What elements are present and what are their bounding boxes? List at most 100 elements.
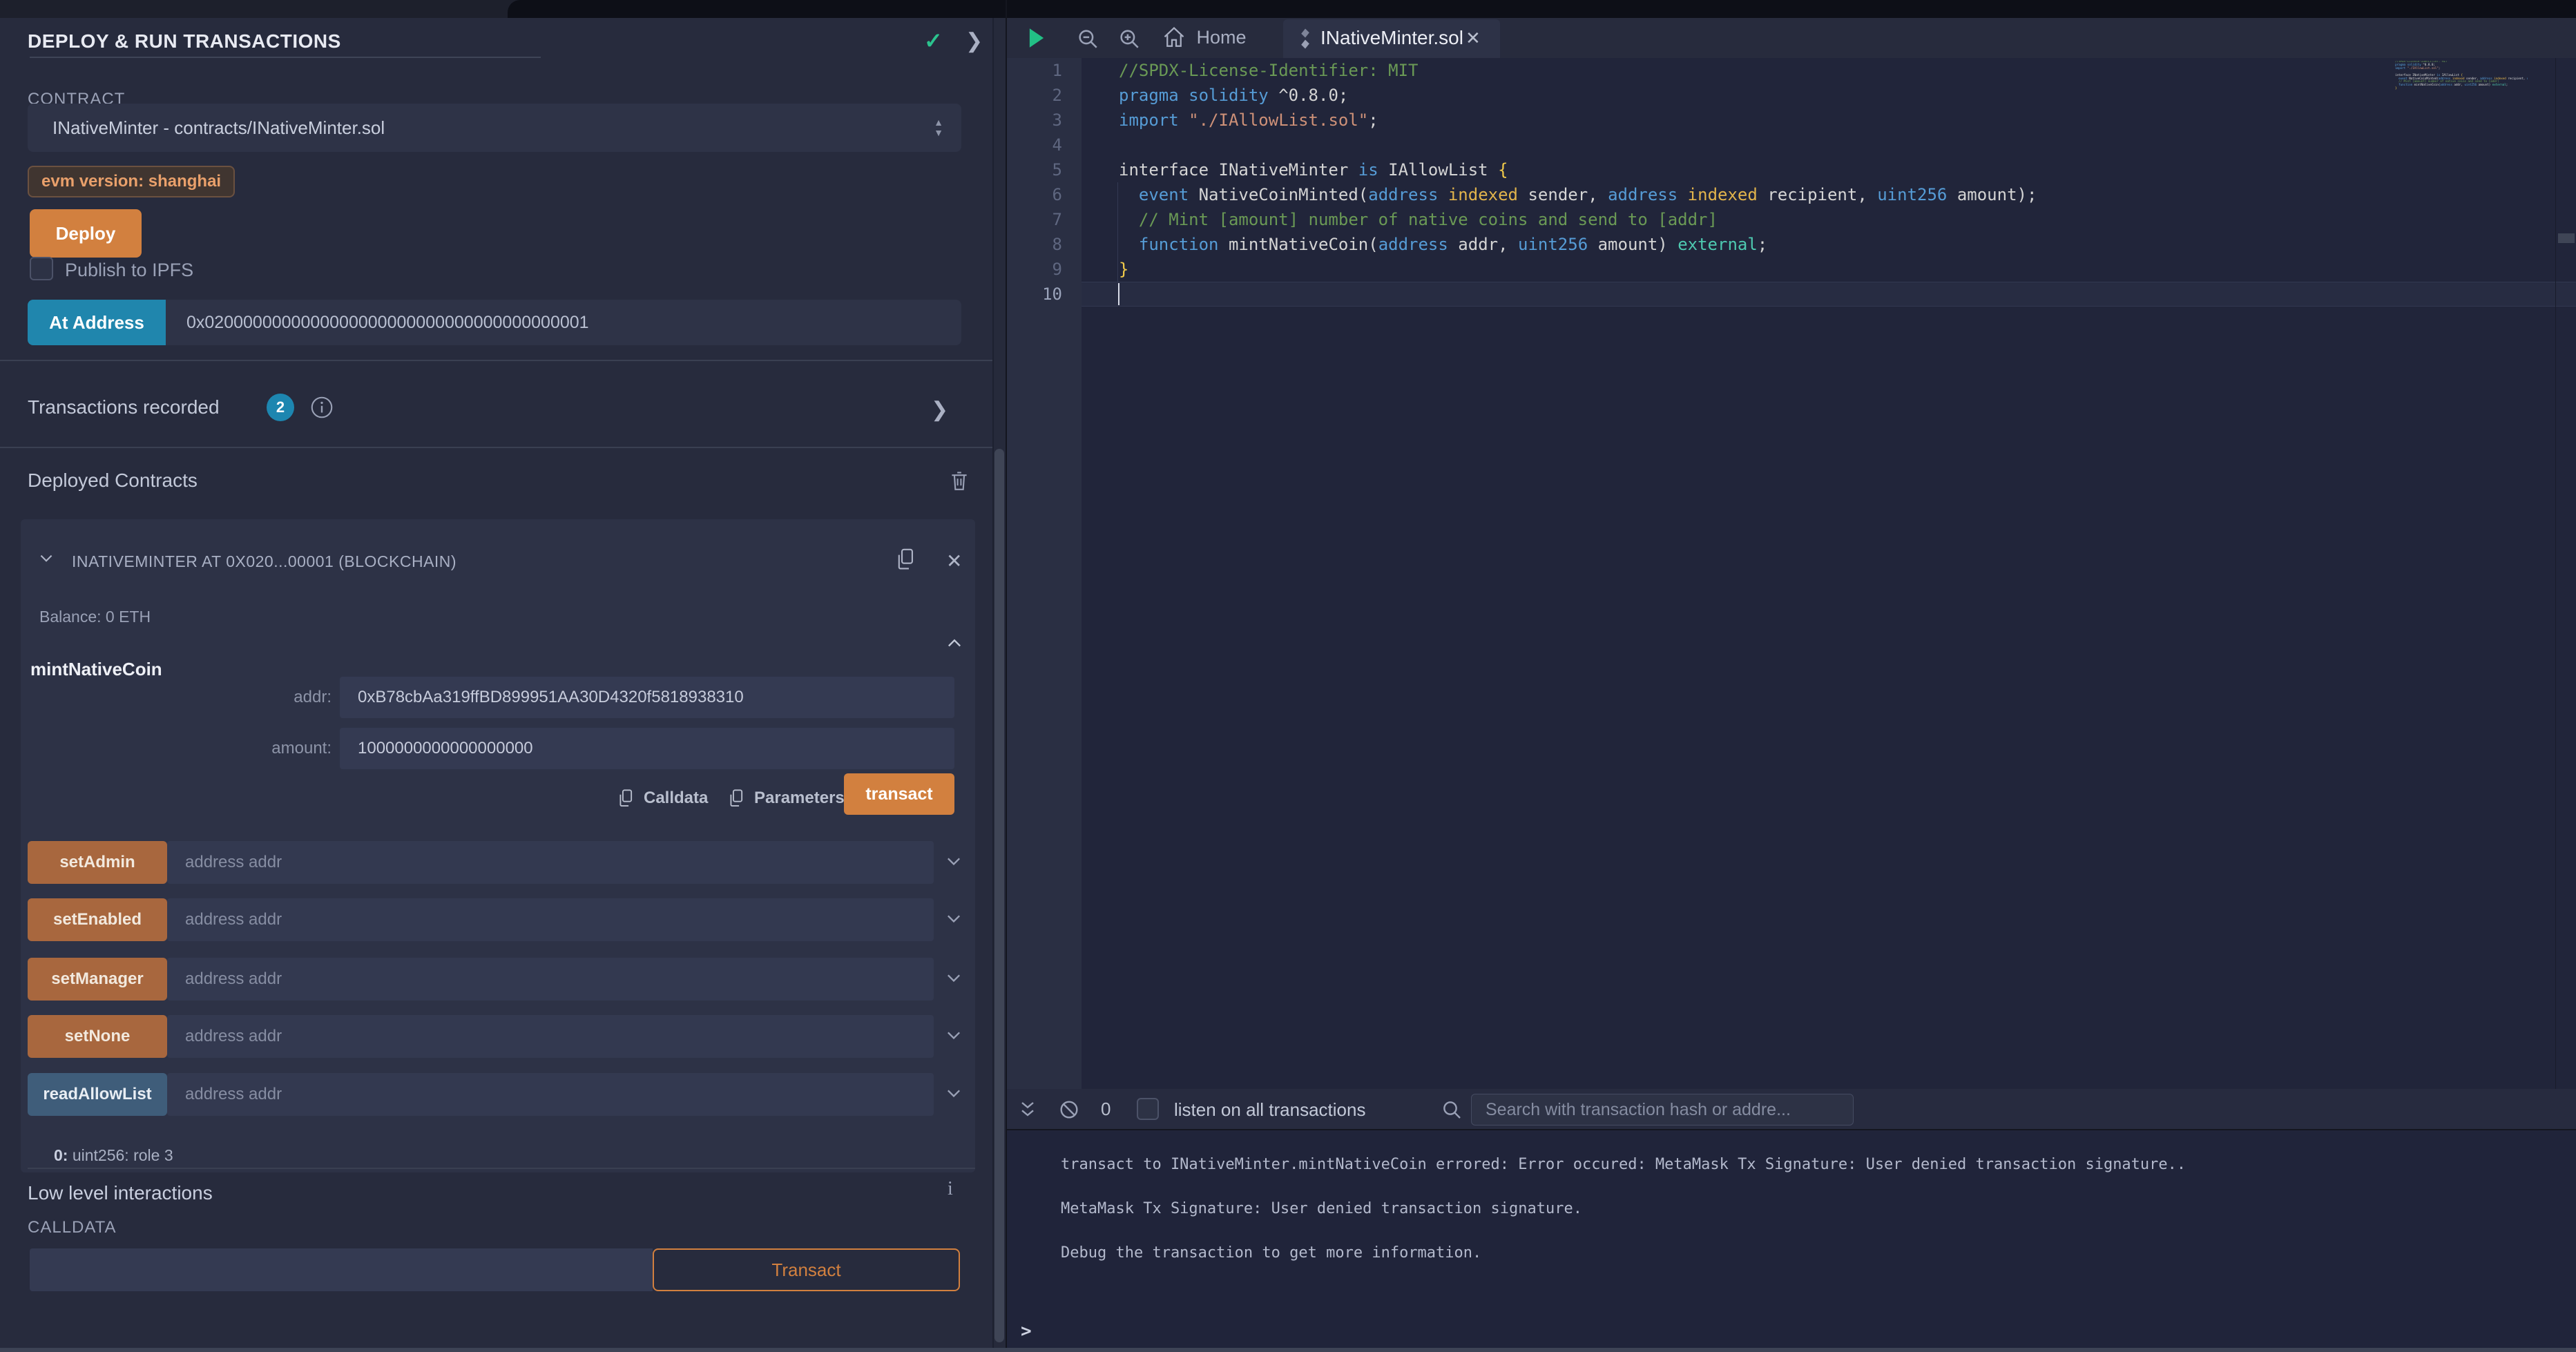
clear-console-icon[interactable]: [1058, 1099, 1080, 1121]
code-token: amount);: [1947, 185, 2037, 204]
collapse-function-icon[interactable]: [943, 634, 965, 653]
function-input-setNone[interactable]: [167, 1015, 934, 1058]
function-button-readAllowList[interactable]: readAllowList: [28, 1073, 167, 1116]
function-button-setNone[interactable]: setNone: [28, 1015, 167, 1058]
calldata-copy-icon[interactable]: [616, 787, 635, 809]
editor-tabbar: Home INativeMinter.sol ✕: [1007, 18, 2576, 58]
expand-function-icon[interactable]: [943, 852, 964, 871]
status-strip: [0, 1348, 2576, 1352]
tab-home-label: Home: [1196, 27, 1246, 48]
expand-function-icon[interactable]: [943, 1084, 964, 1103]
code-token: function: [1139, 235, 1219, 254]
addr-field-label: addr:: [193, 688, 331, 707]
contract-select[interactable]: INativeMinter - contracts/INativeMinter.…: [28, 104, 961, 152]
function-input-setEnabled[interactable]: [167, 898, 934, 941]
function-input-readAllowList[interactable]: [167, 1073, 934, 1116]
listen-transactions-checkbox[interactable]: [1137, 1098, 1159, 1120]
function-input-setAdmin[interactable]: [167, 841, 934, 884]
expand-function-icon[interactable]: [943, 969, 964, 988]
addr-field-input[interactable]: [340, 677, 954, 718]
zoom-out-icon[interactable]: [1076, 27, 1099, 50]
code-token: }: [1119, 260, 1128, 279]
amount-field-input[interactable]: [340, 728, 954, 769]
code-token: uint256: [1877, 185, 1947, 204]
calldata-input[interactable]: [30, 1248, 653, 1291]
code-line: //SPDX-License-Identifier: MIT: [1119, 58, 2037, 83]
overview-ruler-divider: [2555, 58, 2556, 1089]
at-address-input[interactable]: [166, 300, 961, 345]
info-icon[interactable]: [309, 395, 334, 420]
code-editor[interactable]: 12345678910 //SPDX-License-Identifier: M…: [1007, 58, 2576, 1089]
expand-function-icon[interactable]: [943, 909, 964, 929]
trash-icon[interactable]: [948, 468, 971, 493]
minimap-token: mintNativeCoin(: [2412, 84, 2440, 87]
remove-instance-icon[interactable]: ✕: [946, 550, 962, 572]
panel-scrollbar-thumb[interactable]: [994, 449, 1004, 1342]
home-icon: [1162, 25, 1186, 50]
code-token: import: [1119, 110, 1179, 130]
amount-field-label: amount:: [193, 739, 331, 758]
function-button-setManager[interactable]: setManager: [28, 958, 167, 1001]
text-cursor: [1118, 283, 1119, 305]
function-button-setAdmin[interactable]: setAdmin: [28, 841, 167, 884]
calldata-action-label[interactable]: Calldata: [644, 789, 708, 808]
zoom-in-icon[interactable]: [1117, 27, 1141, 50]
code-token: address: [1368, 185, 1438, 204]
expand-terminal-icon[interactable]: [1017, 1099, 1039, 1121]
minimap[interactable]: //SPDX-License-Identifier: MITpragma sol…: [2395, 61, 2528, 240]
call-output-value: uint256: role 3: [68, 1146, 173, 1164]
calldata-label: CALLDATA: [28, 1218, 116, 1237]
run-script-icon[interactable]: [1028, 27, 1046, 49]
at-address-button[interactable]: At Address: [28, 300, 166, 345]
tab-close-icon[interactable]: ✕: [1465, 28, 1481, 49]
copy-address-icon[interactable]: [894, 545, 917, 573]
section-divider: [0, 360, 992, 361]
terminal-prompt[interactable]: >: [1021, 1321, 1032, 1342]
tab-home[interactable]: Home: [1162, 25, 1246, 50]
transactions-expand-icon[interactable]: ❯: [931, 398, 948, 422]
instance-expand-icon[interactable]: [36, 550, 57, 568]
transactions-count-badge: 2: [267, 394, 294, 421]
line-number: 8: [1007, 232, 1082, 257]
low-level-transact-button[interactable]: Transact: [653, 1248, 960, 1291]
contract-instance-card: INATIVEMINTER AT 0X020...00001 (BLOCKCHA…: [21, 519, 975, 1172]
transactions-recorded-label: Transactions recorded: [28, 396, 220, 418]
expand-function-icon[interactable]: [943, 1026, 964, 1045]
transact-button[interactable]: transact: [844, 773, 954, 815]
terminal-toolbar: 0 listen on all transactions: [1007, 1089, 2576, 1130]
code-token: solidity: [1189, 86, 1269, 105]
function-input-setManager[interactable]: [167, 958, 934, 1001]
tab-inativeminter-label: INativeMinter.sol: [1320, 27, 1463, 49]
deploy-button[interactable]: Deploy: [30, 209, 142, 258]
code-token: address: [1608, 185, 1678, 204]
code-token: interface INativeMinter: [1119, 160, 1358, 180]
collapse-panel-icon[interactable]: ❯: [965, 29, 983, 53]
minimap-token: "./IAllowList.sol": [2407, 67, 2439, 70]
low-level-title: Low level interactions: [28, 1182, 213, 1204]
line-number: 1: [1007, 58, 1082, 83]
code-line: [1119, 282, 2037, 307]
code-token: [1119, 185, 1139, 204]
solidity-file-icon: [1297, 28, 1314, 50]
terminal-search-input[interactable]: [1471, 1094, 1854, 1126]
code-token: uint256: [1518, 235, 1588, 254]
low-level-info-icon[interactable]: i: [948, 1178, 953, 1200]
terminal-log-line: MetaMask Tx Signature: User denied trans…: [1061, 1187, 2186, 1231]
section-divider: [0, 447, 992, 448]
function-button-setEnabled[interactable]: setEnabled: [28, 898, 167, 941]
code-token: [1119, 235, 1139, 254]
minimap-token: function: [2399, 84, 2412, 87]
parameters-copy-icon[interactable]: [727, 787, 746, 809]
panel-title: DEPLOY & RUN TRANSACTIONS: [28, 30, 341, 52]
header-underline: [30, 57, 541, 58]
parameters-action-label[interactable]: Parameters: [754, 789, 845, 808]
tab-inativeminter[interactable]: INativeMinter.sol ✕: [1283, 19, 1500, 58]
code-token: address: [1378, 235, 1448, 254]
indent-guide: [1117, 182, 1118, 282]
code-token: recipient,: [1758, 185, 1877, 204]
code-token: [1179, 86, 1189, 105]
terminal[interactable]: 0 listen on all transactions transact to…: [1007, 1089, 2576, 1348]
code-token: event: [1139, 185, 1189, 204]
publish-ipfs-checkbox[interactable]: [30, 257, 53, 280]
minimap-token: external: [2492, 84, 2506, 87]
